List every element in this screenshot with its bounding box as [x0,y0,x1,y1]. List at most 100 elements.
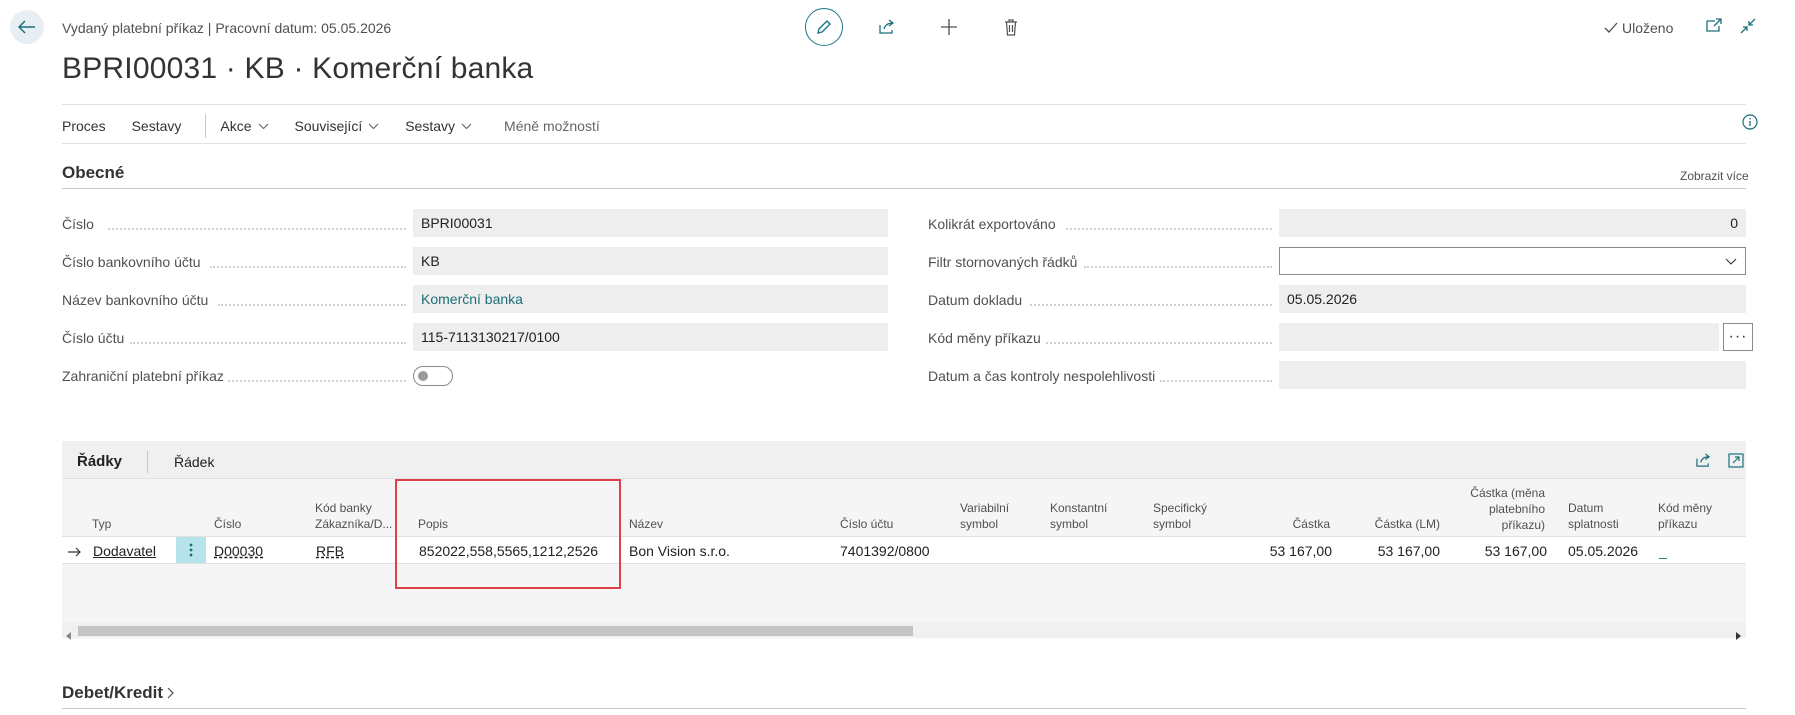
dots-leader [1030,304,1272,306]
cancelled-lines-filter-select[interactable] [1279,247,1746,275]
cell-castka[interactable]: 53 167,00 [1240,543,1332,559]
cell-cislo-uctu[interactable]: 7401392/0800 [840,543,930,559]
collapse-icon [1740,18,1756,34]
dots-leader [1084,266,1272,268]
cell-kod-banky[interactable]: RFB [316,543,344,559]
field-bank-account-name[interactable]: Komerční banka [413,285,888,313]
menu-sestavy-2[interactable]: Sestavy [405,118,472,134]
col-header-castka-mena[interactable]: Částka (měna platebního příkazu) [1460,485,1545,533]
col-header-kod-banky-line2: Zákazníka/D... [315,517,393,531]
col-header-castka-mena-line1: Částka (měna [1470,486,1545,500]
scrollbar-thumb[interactable] [78,626,913,636]
col-header-cislo-uctu[interactable]: Číslo účtu [840,516,893,532]
cell-kod-meny[interactable]: _ [1659,543,1667,559]
col-header-cislo[interactable]: Číslo [214,516,241,532]
menu-sestavy-2-label: Sestavy [405,118,456,134]
back-button[interactable] [10,10,44,44]
arrow-left-icon [18,20,35,34]
expand-icon [1728,453,1744,468]
page-title: BPRI00031 · KB · Komerční banka [62,52,534,85]
field-cislo[interactable]: BPRI00031 [413,209,888,237]
plus-icon [941,19,957,35]
current-row-indicator [68,544,82,560]
menu-akce[interactable]: Akce [220,118,268,134]
currency-lookup-button[interactable]: ··· [1723,323,1753,351]
share-button[interactable] [869,9,905,45]
open-new-window-button[interactable] [1706,18,1722,37]
field-label-bank-account-name: Název bankovního účtu [62,292,209,308]
triangle-left-icon [66,632,71,640]
show-more-link[interactable]: Zobrazit více [1680,169,1749,183]
row-actions-button[interactable] [176,537,206,563]
new-button[interactable] [931,9,967,45]
dots-leader [228,380,406,382]
menu-sestavy[interactable]: Sestavy [132,118,182,134]
col-header-kod-meny[interactable]: Kód měny příkazu [1658,500,1712,532]
col-header-typ[interactable]: Typ [92,516,111,532]
cell-castka-mena[interactable]: 53 167,00 [1450,543,1547,559]
info-icon [1742,114,1758,130]
section-debet-kredit-title: Debet/Kredit [62,683,164,702]
col-header-kod-meny-line1: Kód měny [1658,501,1713,515]
field-account-number[interactable]: 115-7113130217/0100 [413,323,888,351]
field-label-reliability-check: Datum a čas kontroly nespolehlivosti [928,368,1156,384]
col-header-kod-banky[interactable]: Kód banky Zákazníka/D... [315,500,392,532]
actionbar-bottom-divider [62,143,1746,144]
cell-cislo[interactable]: D00030 [214,543,263,559]
lines-header [62,441,1746,479]
col-header-konstantni-symbol[interactable]: Konstantní symbol [1050,500,1107,532]
less-options-button[interactable]: Méně možností [504,118,600,134]
info-button[interactable] [1742,114,1758,133]
col-header-var-line1: Variabilní [960,501,1010,515]
col-header-kod-meny-line2: příkazu [1658,517,1698,531]
field-bank-account-number[interactable]: KB [413,247,888,275]
col-header-castka-lm[interactable]: Částka (LM) [1360,516,1440,532]
lines-share-button[interactable] [1695,453,1712,471]
dots-leader [210,266,406,268]
field-label-bank-account-number: Číslo bankovního účtu [62,254,201,270]
field-document-date[interactable]: 05.05.2026 [1279,285,1746,313]
cell-castka-lm[interactable]: 53 167,00 [1345,543,1440,559]
menu-proces[interactable]: Proces [62,118,106,134]
lines-tab-separator [147,451,148,473]
scroll-right-arrow[interactable] [1735,627,1741,643]
col-header-datum-splatnosti[interactable]: Datum splatnosti [1568,500,1619,532]
cell-datum-splatnosti[interactable]: 05.05.2026 [1568,543,1638,559]
menu-proces-label: Proces [62,118,106,134]
cell-nazev[interactable]: Bon Vision s.r.o. [629,543,730,559]
menu-souvisejici-label: Související [294,118,363,134]
page-subtitle: Vydaný platební příkaz | Pracovní datum:… [62,20,392,36]
foreign-payment-order-toggle[interactable] [413,366,453,386]
col-header-datum-line1: Datum [1568,501,1604,515]
menu-akce-label: Akce [220,118,252,134]
field-label-export-count: Kolikrát exportováno [928,216,1056,232]
less-options-label: Méně možností [504,118,600,134]
col-header-kod-banky-line1: Kód banky [315,501,372,515]
field-label-cancelled-lines-filter: Filtr stornovaných řádků [928,254,1078,270]
tab-line[interactable]: Řádek [174,454,214,470]
chevron-down-icon [258,123,268,129]
section-debet-kredit[interactable]: Debet/Kredit [62,683,174,703]
field-reliability-check[interactable] [1279,361,1746,389]
tab-lines[interactable]: Řádky [77,453,122,470]
col-header-castka[interactable]: Částka [1260,516,1330,532]
col-header-castka-mena-line3: příkazu) [1501,518,1545,532]
menu-souvisejici[interactable]: Související [295,118,380,134]
scroll-left-arrow[interactable] [66,627,72,643]
field-label-order-currency-code: Kód měny příkazu [928,330,1041,346]
actionbar-top-divider [62,104,1746,105]
field-export-count[interactable]: 0 [1279,209,1746,237]
cell-typ[interactable]: Dodavatel [93,543,156,559]
actionbar-separator [205,114,207,138]
col-header-specificky-symbol[interactable]: Specifický symbol [1153,500,1207,532]
chevron-right-icon [167,687,174,699]
edit-button[interactable] [805,8,843,46]
dots-leader [218,304,406,306]
col-header-nazev[interactable]: Název [629,516,663,532]
lines-expand-button[interactable] [1728,453,1744,471]
delete-button[interactable] [993,9,1029,45]
collapse-button[interactable] [1740,18,1756,37]
field-order-currency-code[interactable] [1279,323,1719,351]
col-header-variabilni-symbol[interactable]: Variabilní symbol [960,500,1009,532]
field-label-cislo: Číslo [62,216,94,232]
